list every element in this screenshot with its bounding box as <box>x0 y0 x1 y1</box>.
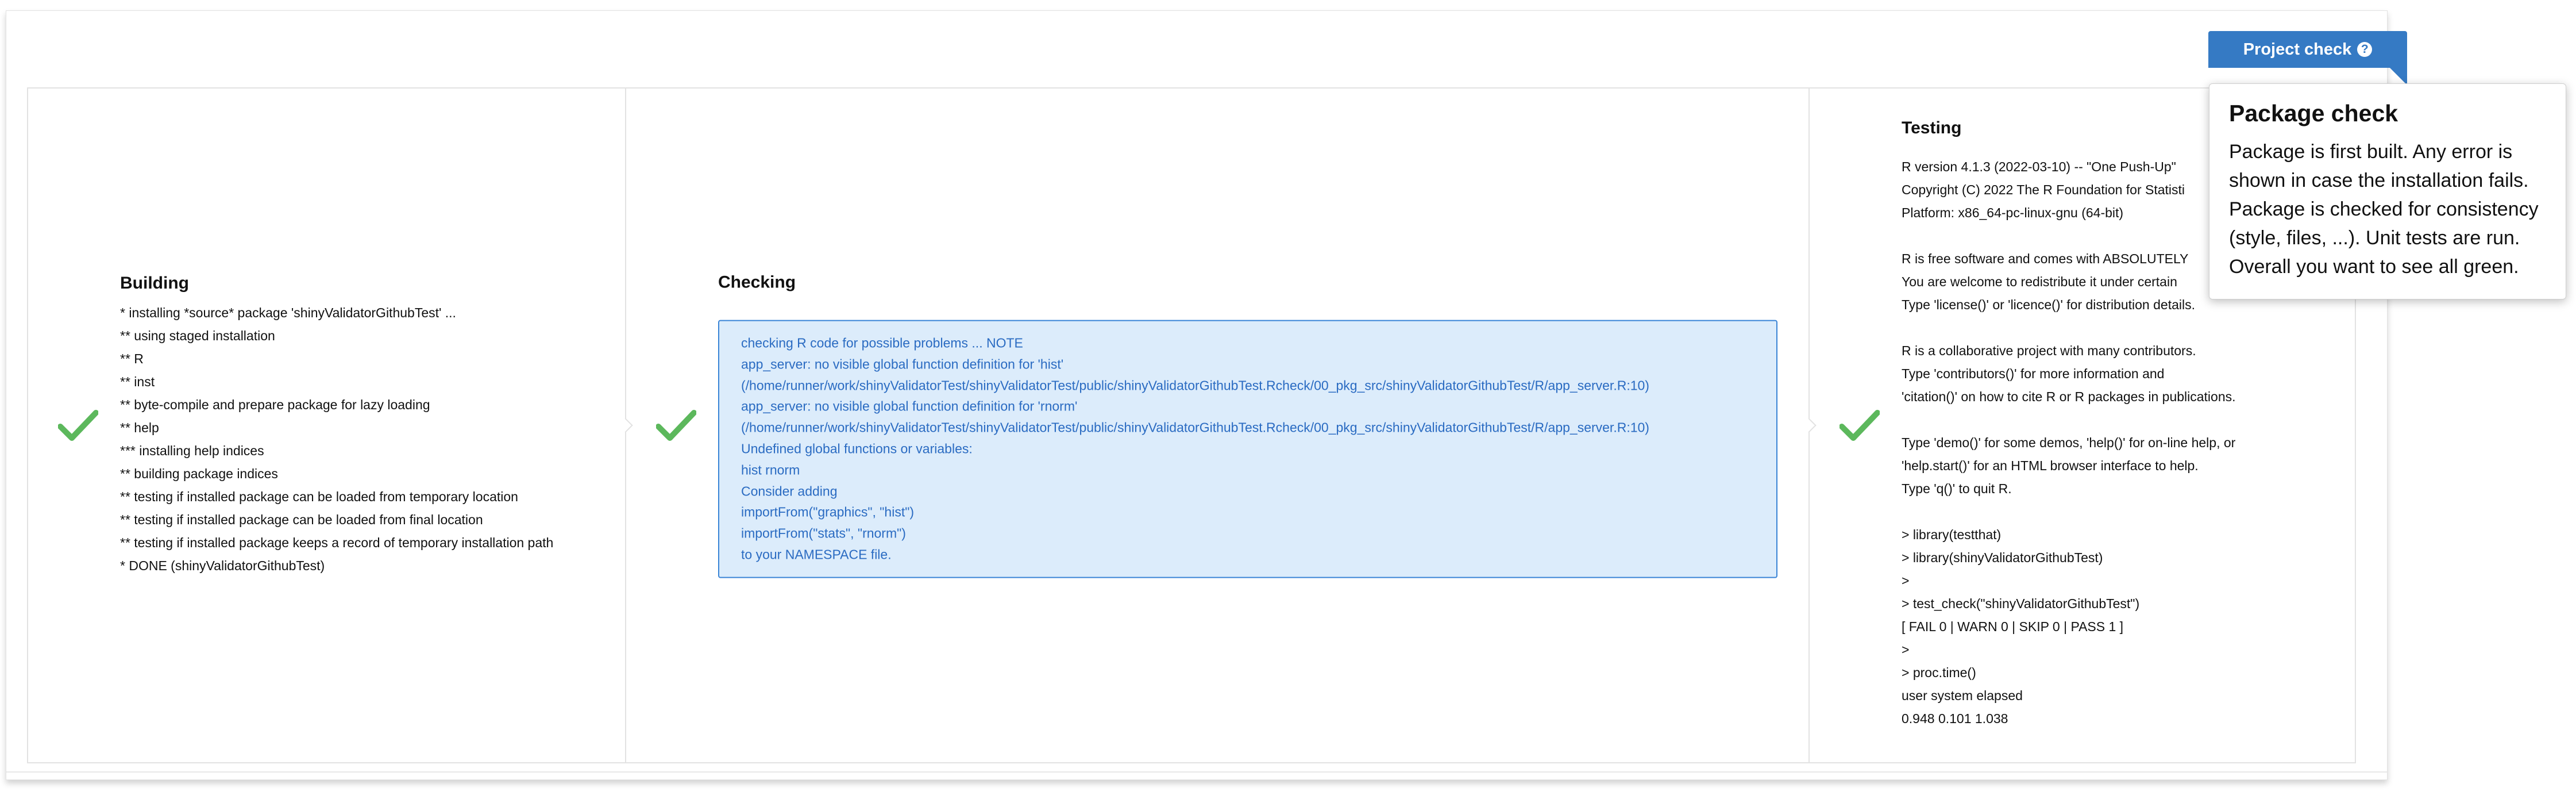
package-check-popover: Package check Package is first built. An… <box>2209 83 2566 299</box>
building-content: Building * installing *source* package '… <box>120 274 602 577</box>
project-check-card: Building * installing *source* package '… <box>6 10 2388 780</box>
checkmark-icon <box>656 410 696 441</box>
project-check-button[interactable]: Project check ? <box>2208 31 2407 85</box>
popover-title: Package check <box>2229 100 2398 126</box>
step-building: Building * installing *source* package '… <box>28 89 625 762</box>
building-log: * installing *source* package 'shinyVali… <box>120 305 554 573</box>
help-icon[interactable]: ? <box>2357 42 2373 57</box>
popover-body: Package is first built. Any error is sho… <box>2229 141 2539 278</box>
steps-timeline: Building * installing *source* package '… <box>27 87 2356 763</box>
checking-title: Checking <box>718 272 796 292</box>
card-bottom-rule <box>6 771 2387 773</box>
checking-content: Checking checking R code for possible pr… <box>718 273 1786 578</box>
checkmark-icon <box>1840 410 1880 441</box>
check-note-box: checking R code for possible problems ..… <box>718 320 1777 578</box>
project-check-label: Project check <box>2243 40 2352 59</box>
step-checking: Checking checking R code for possible pr… <box>625 89 1808 762</box>
building-title: Building <box>120 274 189 293</box>
checkmark-icon <box>58 410 98 441</box>
